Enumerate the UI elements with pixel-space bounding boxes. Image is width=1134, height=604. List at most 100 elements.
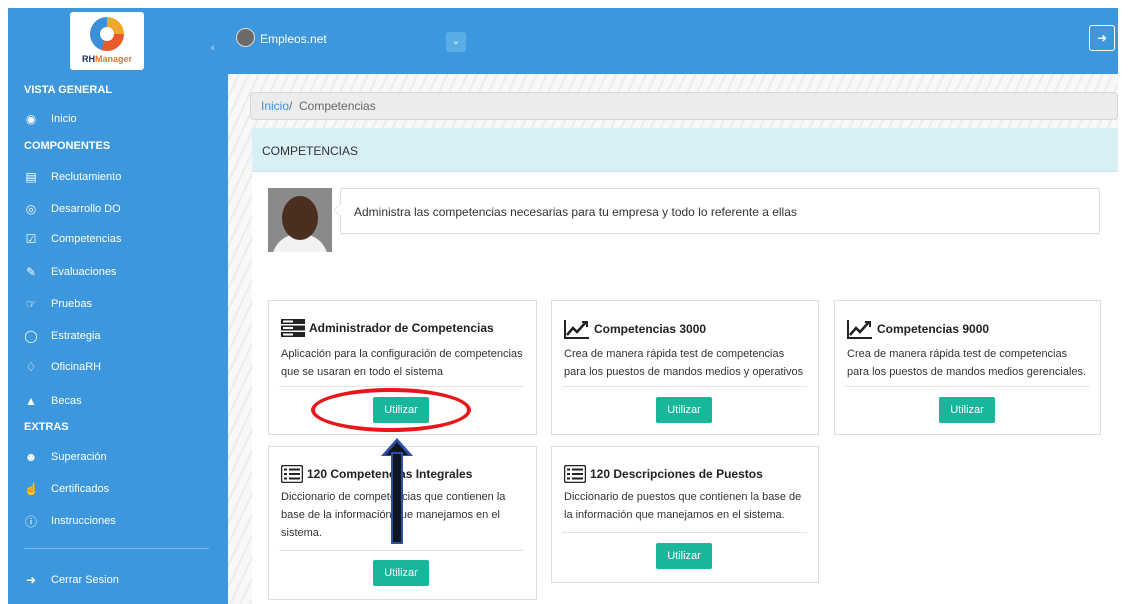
sidebar-item-inicio[interactable]: ◉ Inicio	[24, 108, 214, 130]
sidebar-section-componentes: COMPONENTES	[24, 140, 111, 152]
sidebar-item-label: Becas	[51, 395, 82, 407]
app-logo[interactable]: RHManager	[70, 12, 144, 70]
collapse-sidebar-icon[interactable]: ‹	[211, 42, 215, 54]
panel-header: COMPETENCIAS	[252, 128, 1118, 172]
sidebar-item-superacion[interactable]: ☻ Superación	[24, 446, 214, 468]
card-description: Diccionario de puestos que contienen la …	[564, 488, 801, 524]
intro-text: Administra las competencias necesarias p…	[354, 205, 797, 219]
utilizar-button[interactable]: Utilizar	[656, 543, 712, 569]
edit-icon: ✎	[25, 265, 37, 279]
card-title: Administrador de Competencias	[281, 319, 494, 337]
sidebar-section-extras: EXTRAS	[24, 421, 69, 433]
brand-dropdown-button[interactable]: ⌄	[446, 32, 466, 52]
card-divider	[562, 532, 807, 533]
card-divider	[279, 386, 524, 387]
brand-name[interactable]: Empleos.net	[260, 32, 327, 46]
card-divider	[279, 550, 524, 551]
sidebar-item-label: OficinaRH	[51, 361, 102, 373]
eye-icon: ◎	[25, 202, 37, 216]
sidebar: VISTA GENERAL ◉ Inicio COMPONENTES ▤ Reclu…	[8, 74, 228, 604]
card-title-text: Administrador de Competencias	[309, 321, 494, 335]
dashboard-icon: ◉	[25, 112, 37, 126]
sidebar-item-label: Certificados	[51, 483, 110, 495]
list-icon	[564, 465, 586, 483]
breadcrumb: Inicio / Competencias	[250, 92, 1118, 120]
lightbulb-icon: ◯	[24, 329, 38, 343]
card-title-text: Competencias 3000	[594, 322, 707, 336]
intro-message: Administra las competencias necesarias p…	[333, 188, 1100, 234]
sidebar-item-desarrollo-do[interactable]: ◎ Desarrollo DO	[24, 198, 214, 220]
sidebar-item-label: Cerrar Sesion	[51, 574, 119, 586]
card-title: 120 Descripciones de Puestos	[564, 465, 763, 483]
pointer-icon: ☝	[24, 482, 39, 496]
utilizar-button[interactable]: Utilizar	[939, 397, 995, 423]
card-title-text: 120 Competencias Integrales	[307, 467, 473, 481]
card-title-text: 120 Descripciones de Puestos	[590, 467, 763, 481]
sidebar-item-label: Pruebas	[51, 298, 92, 310]
card-title: Competencias 3000	[564, 319, 706, 339]
card-competencias-9000: Competencias 9000 Crea de manera rápida …	[834, 300, 1101, 435]
checkbox-icon: ☑	[25, 232, 37, 246]
logout-icon[interactable]: ➜	[1089, 25, 1115, 51]
sidebar-item-cerrar-sesion[interactable]: ➜ Cerrar Sesion	[24, 569, 214, 591]
card-120-descripciones-puestos: 120 Descripciones de Puestos Diccionario…	[551, 446, 819, 583]
sidebar-divider	[24, 548, 209, 549]
sidebar-item-certificados[interactable]: ☝ Certificados	[24, 478, 214, 500]
sidebar-item-competencias[interactable]: ☑ Competencias	[24, 228, 214, 250]
logo-text: RHManager	[70, 54, 144, 64]
card-description-line: Aplicación para la configuración de comp…	[281, 348, 523, 360]
card-divider	[845, 386, 1090, 387]
sidebar-item-label: Instrucciones	[51, 515, 116, 527]
card-title: Competencias 9000	[847, 319, 989, 339]
utilizar-button[interactable]: Utilizar	[656, 397, 712, 423]
sidebar-item-label: Evaluaciones	[51, 266, 117, 278]
card-description: Crea de manera rápida test de competenci…	[564, 345, 803, 381]
line-chart-icon	[847, 320, 872, 339]
card-title-text: Competencias 9000	[877, 322, 990, 336]
top-navbar: Empleos.net ⌄ ➜	[228, 8, 1118, 74]
calendar-icon: ▤	[25, 170, 37, 184]
annotation-arrow-shaft	[391, 452, 403, 544]
panel-title: COMPETENCIAS	[262, 144, 359, 158]
card-description-line: Crea de manera rápida test de competenci…	[564, 348, 785, 360]
sidebar-section-vista-general: VISTA GENERAL	[24, 84, 113, 96]
card-description-line: Diccionario de puestos que contienen la …	[564, 491, 802, 503]
breadcrumb-home-link[interactable]: Inicio	[261, 99, 289, 113]
list-icon	[281, 465, 303, 483]
sidebar-item-label: Inicio	[51, 113, 77, 125]
breadcrumb-separator: /	[289, 99, 293, 113]
sidebar-item-label: Estrategia	[51, 330, 101, 342]
card-divider	[562, 386, 807, 387]
utilizar-button[interactable]: Utilizar	[373, 560, 429, 586]
card-description: Crea de manera rápida test de competenci…	[847, 345, 1086, 381]
logo-text-manager: Manager	[94, 54, 132, 64]
avatar-face	[282, 196, 318, 240]
sidebar-item-label: Competencias	[51, 233, 122, 245]
line-chart-icon	[564, 320, 589, 339]
highlight-ellipse	[311, 388, 471, 432]
sidebar-item-estrategia[interactable]: ◯ Estrategia	[24, 325, 214, 347]
card-description-line: para los puestos de mandos medios y oper…	[564, 366, 804, 378]
card-description: Aplicación para la configuración de comp…	[281, 345, 523, 381]
card-description-line: la información que manejamos en el siste…	[564, 509, 785, 521]
logo-text-rh: RH	[81, 54, 95, 64]
card-competencias-3000: Competencias 3000 Crea de manera rápida …	[551, 300, 819, 435]
sidebar-item-pruebas[interactable]: ☞ Pruebas	[24, 293, 214, 315]
diamond-icon: ♢	[25, 360, 37, 374]
sidebar-item-instrucciones[interactable]: ⓘ Instrucciones	[24, 510, 214, 532]
sidebar-header: RHManager ‹	[8, 8, 228, 74]
info-icon: ⓘ	[24, 514, 37, 529]
brand-globe-icon	[236, 28, 255, 47]
sidebar-item-evaluaciones[interactable]: ✎ Evaluaciones	[24, 261, 214, 283]
sidebar-item-label: Reclutamiento	[51, 171, 122, 183]
sign-out-icon: ➜	[25, 573, 37, 587]
hand-icon: ☞	[25, 297, 37, 311]
card-description-line: Crea de manera rápida test de competenci…	[847, 348, 1068, 360]
sidebar-item-label: Desarrollo DO	[51, 203, 121, 215]
breadcrumb-current: Competencias	[299, 99, 376, 113]
sidebar-item-becas[interactable]: ▲ Becas	[24, 390, 214, 412]
card-description-line: que se usaran en todo el sistema	[281, 366, 444, 378]
sidebar-item-oficinarh[interactable]: ♢ OficinaRH	[24, 356, 214, 378]
card-description-line: para los puestos de mandos medios gerenc…	[847, 366, 1087, 378]
sidebar-item-reclutamiento[interactable]: ▤ Reclutamiento	[24, 166, 214, 188]
